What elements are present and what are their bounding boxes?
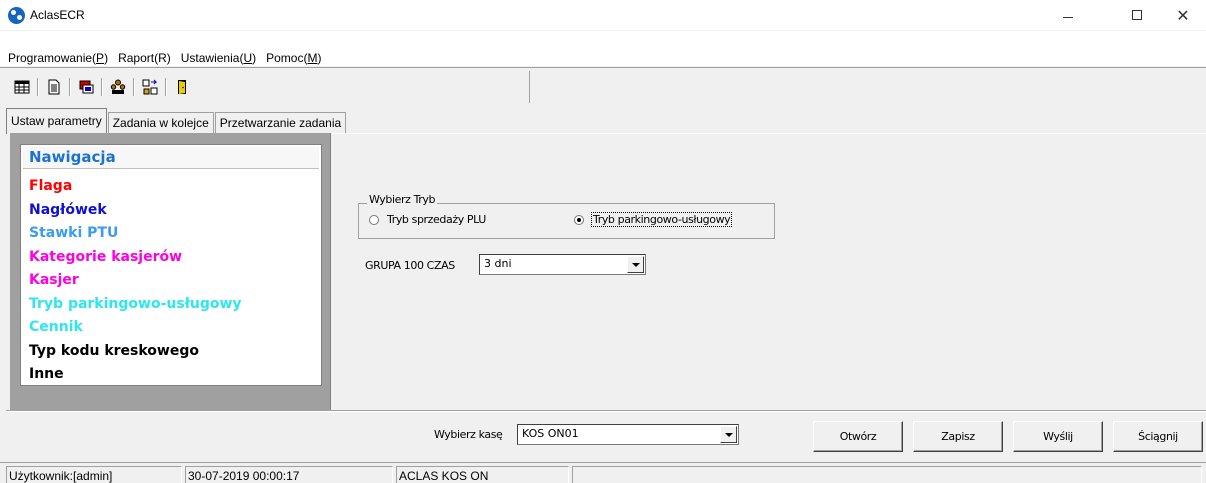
tab-strip: Ustaw parametry Zadania w kolejce Przetw…: [6, 108, 347, 134]
app-logo-icon: [8, 7, 25, 24]
toolbar-separator: [101, 78, 103, 96]
window-title: AclasECR: [30, 8, 85, 22]
nav-item-kategorie-kasjerow[interactable]: Kategorie kasjerów: [29, 246, 242, 270]
navigation-panel: Nawigacja Flaga Nagłówek Stawki PTU Kate…: [10, 133, 331, 410]
status-user: Użytkownik:[admin]: [6, 466, 182, 483]
download-button[interactable]: Ściągnij: [1113, 421, 1203, 452]
register-value: KOS ON01: [522, 427, 579, 440]
nav-item-stawki-ptu[interactable]: Stawki PTU: [29, 222, 242, 246]
dropdown-button[interactable]: [720, 426, 737, 443]
exit-door-icon[interactable]: [172, 77, 192, 97]
status-bar: Użytkownik:[admin] 30-07-2019 00:00:17 A…: [0, 462, 1206, 483]
radio-tryb-sprzedazy-plu[interactable]: Tryb sprzedaży PLU: [369, 213, 486, 226]
radio-checked-icon: [574, 214, 584, 225]
mode-group-title: Wybierz Tryb: [367, 193, 438, 206]
register-label: Wybierz kasę: [434, 428, 503, 441]
menu-programowanie[interactable]: Programowanie(P): [8, 51, 108, 65]
register-select[interactable]: KOS ON01: [517, 424, 739, 445]
status-device: ACLAS KOS ON: [396, 466, 569, 483]
nav-item-inne[interactable]: Inne: [29, 363, 242, 387]
navigation-list: Flaga Nagłówek Stawki PTU Kategorie kasj…: [29, 175, 242, 387]
table-icon[interactable]: [12, 77, 32, 97]
save-button[interactable]: Zapisz: [913, 421, 1003, 452]
toolbar-area: [0, 67, 1206, 105]
minimize-button[interactable]: [1045, 0, 1091, 30]
status-datetime: 30-07-2019 00:00:17: [185, 466, 393, 483]
radio-label: Tryb parkingowo-usługowy: [590, 212, 733, 227]
group100-select[interactable]: 3 dni: [479, 254, 646, 275]
group100-value: 3 dni: [484, 257, 512, 270]
toolbar-separator: [69, 78, 71, 96]
minimize-icon: [1063, 16, 1073, 18]
menu-pomoc[interactable]: Pomoc(M): [266, 51, 321, 65]
nav-item-flaga[interactable]: Flaga: [29, 175, 242, 199]
close-icon: ✕: [1176, 5, 1190, 25]
maximize-icon: [1132, 10, 1142, 20]
close-button[interactable]: ✕: [1160, 0, 1206, 30]
bottom-separator: [6, 410, 1206, 412]
group100-label: GRUPA 100 CZAS: [365, 259, 455, 272]
people-icon[interactable]: [108, 77, 128, 97]
nav-item-tryb-parkingowo-uslugowy[interactable]: Tryb parkingowo-usługowy: [29, 293, 242, 317]
chevron-down-icon: [724, 432, 733, 437]
open-button[interactable]: Otwórz: [813, 421, 903, 452]
navigation-header: Nawigacja: [23, 147, 319, 169]
menu-bar: Programowanie(P) Raport(R) Ustawienia(U)…: [0, 31, 1206, 67]
dropdown-button[interactable]: [627, 256, 644, 273]
nav-item-kasjer[interactable]: Kasjer: [29, 269, 242, 293]
toolbar-separator: [133, 78, 135, 96]
transfer-icon[interactable]: [140, 77, 160, 97]
chevron-down-icon: [631, 262, 640, 267]
tab-zadania-w-kolejce[interactable]: Zadania w kolejce: [107, 112, 214, 134]
toolbar: [6, 71, 530, 103]
nav-item-typ-kodu-kreskowego[interactable]: Typ kodu kreskowego: [29, 340, 242, 364]
tab-przetwarzanie-zadania[interactable]: Przetwarzanie zadania: [214, 112, 347, 134]
status-empty: [572, 466, 1202, 483]
radio-unchecked-icon: [369, 214, 379, 225]
nav-item-naglowek[interactable]: Nagłówek: [29, 199, 242, 223]
navigation-box: Nawigacja Flaga Nagłówek Stawki PTU Kate…: [20, 144, 322, 386]
document-icon[interactable]: [44, 77, 64, 97]
menu-raport[interactable]: Raport(R): [118, 51, 171, 65]
radio-tryb-parkingowo-uslugowy[interactable]: Tryb parkingowo-usługowy: [574, 212, 733, 227]
radio-label: Tryb sprzedaży PLU: [387, 213, 486, 226]
tab-ustaw-parametry[interactable]: Ustaw parametry: [6, 108, 107, 134]
toolbar-separator: [165, 78, 167, 96]
title-bar: AclasECR ✕: [0, 0, 1206, 30]
send-button[interactable]: Wyślij: [1013, 421, 1103, 452]
toolbar-separator: [37, 78, 39, 96]
cards-icon[interactable]: [76, 77, 96, 97]
settings-panel: [332, 133, 1206, 410]
menu-ustawienia[interactable]: Ustawienia(U): [181, 51, 256, 65]
nav-item-cennik[interactable]: Cennik: [29, 316, 242, 340]
maximize-button[interactable]: [1114, 0, 1160, 30]
